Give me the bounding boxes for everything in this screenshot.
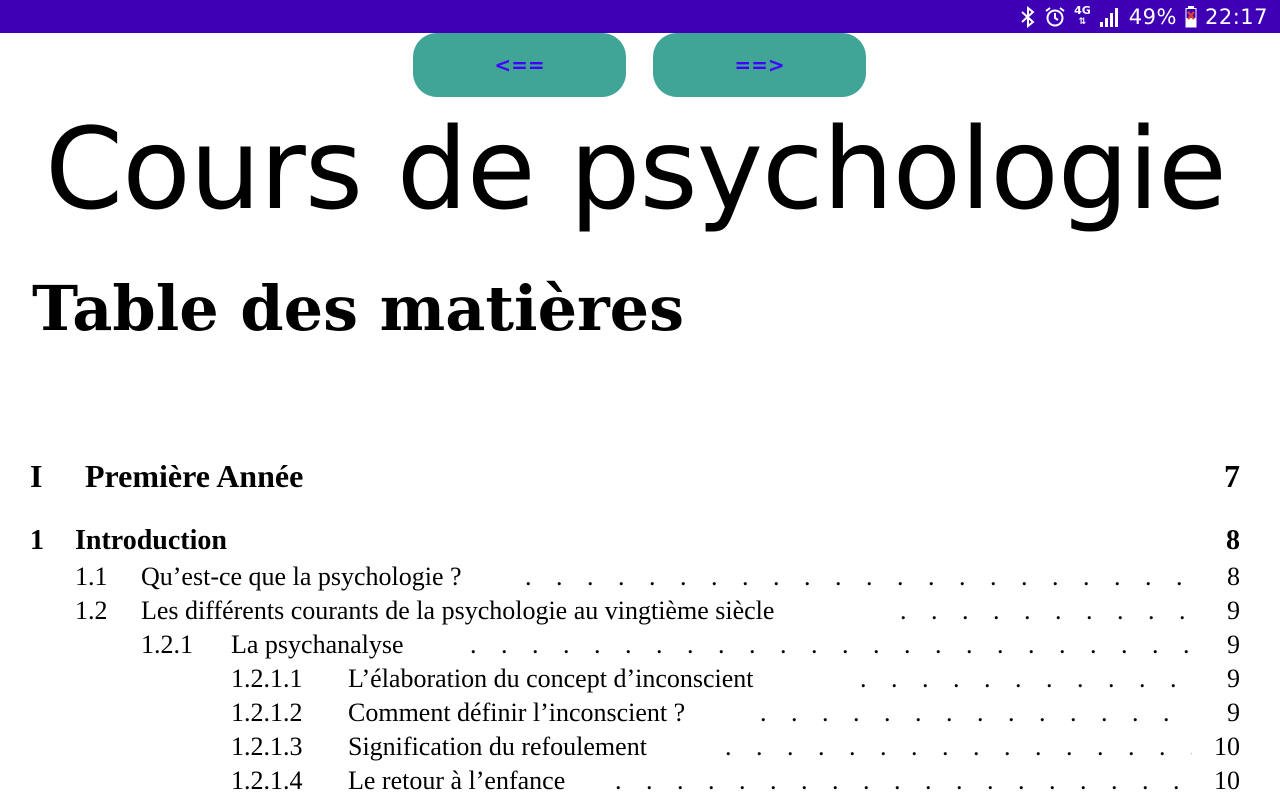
toc-leader-dots: . . . . . . . . . . . . . . . . . . . . … xyxy=(615,766,1192,795)
toc-entry-page: 9 xyxy=(1227,664,1240,693)
toc-part-row[interactable]: I Première Année 7 xyxy=(0,458,1280,494)
document-title: Cours de psychologie xyxy=(45,105,1227,235)
alarm-icon xyxy=(1044,6,1066,28)
toc-entry-title: La psychanalyse xyxy=(231,630,404,659)
toc-entry-page: 8 xyxy=(1227,562,1240,591)
toc-chapter-page: 8 xyxy=(1226,525,1240,556)
toc-entry-title: Les différents courants de la psychologi… xyxy=(141,596,775,625)
toc-entry-page: 10 xyxy=(1214,732,1240,761)
battery-icon xyxy=(1185,5,1197,28)
toc-entry-title: Comment définir l’inconscient ? xyxy=(348,698,686,727)
toc-chapter-number: 1 xyxy=(30,525,44,556)
toc-entry-number: 1.2.1.2 xyxy=(231,698,303,727)
toc-entry-number: 1.2.1.4 xyxy=(231,766,303,795)
toc-heading: Table des matières xyxy=(32,272,685,345)
toc-entry-title: Le retour à l’enfance xyxy=(348,766,566,795)
toc-chapter-title: Introduction xyxy=(75,525,227,556)
toc-entry-page: 9 xyxy=(1227,630,1240,659)
toc-entry-page: 10 xyxy=(1214,766,1240,795)
toc-entry-row[interactable]: 1.2.1.3 Signification du refoulement . .… xyxy=(0,732,1280,766)
toc-entry-number: 1.2.1.1 xyxy=(231,664,303,693)
toc-part-title: Première Année xyxy=(85,458,304,494)
signal-icon xyxy=(1099,7,1121,27)
next-page-button[interactable]: ==> xyxy=(653,33,866,97)
toc-entry-number: 1.2.1.3 xyxy=(231,732,303,761)
toc-entry-number: 1.2 xyxy=(75,596,108,625)
next-page-label: ==> xyxy=(734,53,785,77)
status-icons: 4G ⇅ 49% 22:17 xyxy=(1020,0,1268,33)
toc-entry-row[interactable]: 1.2 Les différents courants de la psycho… xyxy=(0,596,1280,630)
clock: 22:17 xyxy=(1204,4,1268,29)
toc-chapter-row[interactable]: 1 Introduction 8 xyxy=(0,525,1280,559)
toc-entry-page: 9 xyxy=(1227,596,1240,625)
previous-page-label: <== xyxy=(494,53,545,77)
toc-entry-title: L’élaboration du concept d’inconscient xyxy=(348,664,754,693)
toc-entry-page: 9 xyxy=(1227,698,1240,727)
status-bar: 4G ⇅ 49% 22:17 xyxy=(0,0,1280,33)
toc-entry-row[interactable]: 1.2.1.1 L’élaboration du concept d’incon… xyxy=(0,664,1280,698)
toc-entry-title: Signification du refoulement xyxy=(348,732,647,761)
toc-entry-row[interactable]: 1.2.1 La psychanalyse . . . . . . . . . … xyxy=(0,630,1280,664)
toc-entry-row[interactable]: 1.2.1.4 Le retour à l’enfance . . . . . … xyxy=(0,766,1280,800)
previous-page-button[interactable]: <== xyxy=(413,33,626,97)
network-type-label: 4G xyxy=(1074,4,1091,17)
toc-entry-title: Qu’est-ce que la psychologie ? xyxy=(141,562,462,591)
data-arrows-icon: ⇅ xyxy=(1078,17,1087,27)
toc-leader-dots: . . . . . . . . . . . . . . . . . . . . … xyxy=(470,630,1192,659)
toc-entry-row[interactable]: 1.1 Qu’est-ce que la psychologie ? . . .… xyxy=(0,562,1280,596)
network-type: 4G ⇅ xyxy=(1074,4,1091,27)
toc-part-page: 7 xyxy=(1224,458,1240,494)
toc-entry-number: 1.2.1 xyxy=(141,630,193,659)
toc-leader-dots: . . . . . . . . . . . . . . . . . . . . … xyxy=(525,562,1192,591)
bluetooth-icon xyxy=(1020,5,1036,28)
toc-leader-dots: . . . . . . . . . . . . . . . . . . . . … xyxy=(860,664,1192,693)
battery-percent: 49% xyxy=(1128,4,1177,29)
toc-leader-dots: . . . . . . . . . . . . . . . . . . . . … xyxy=(760,698,1192,727)
toc-leader-dots: . . . . . . . . . . . . . . . . . . . . … xyxy=(725,732,1192,761)
toc-entry-number: 1.1 xyxy=(75,562,108,591)
toc-leader-dots: . . . . . . . . . . . . . . . . . . . . xyxy=(900,596,1192,625)
toc-part-number: I xyxy=(30,458,43,494)
toc-entry-row[interactable]: 1.2.1.2 Comment définir l’inconscient ? … xyxy=(0,698,1280,732)
